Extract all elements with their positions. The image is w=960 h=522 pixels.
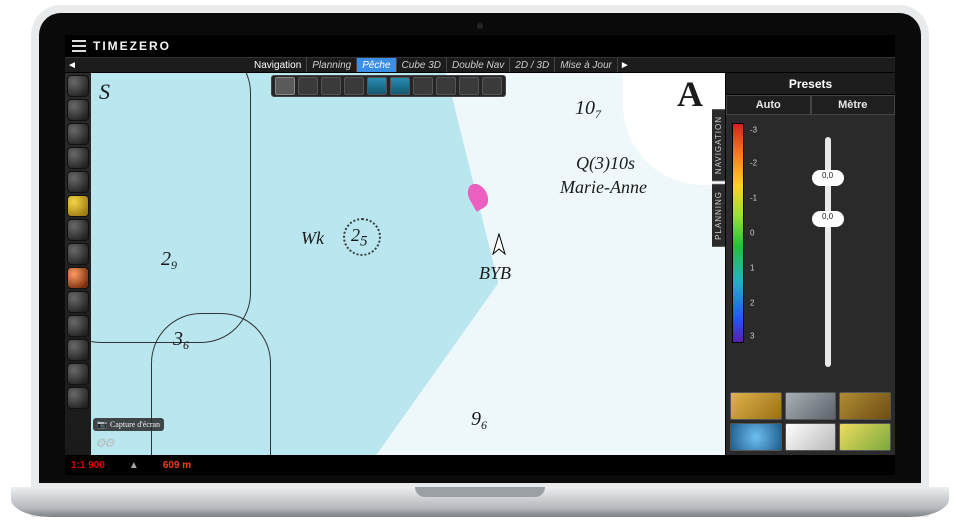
tool-button-9[interactable]	[67, 267, 89, 289]
tool-button-13[interactable]	[67, 363, 89, 385]
tab-scroll-right-icon[interactable]: ►	[618, 58, 632, 72]
content-area: S A 29 36 96 107 Wk 25 BYB Q(3)10s Mar	[65, 73, 895, 455]
overlay-btn-2[interactable]	[298, 77, 318, 95]
map-side-tabs: NAVIGATION PLANNING	[712, 109, 725, 247]
preset-thumb-4[interactable]	[730, 423, 782, 451]
camera-icon: 📷	[97, 420, 107, 429]
screen-bezel: TIMEZERO ◄ Navigation Planning Pêche Cub…	[39, 13, 921, 483]
heading-icon: ▲	[129, 460, 139, 471]
settings-gear-icon[interactable]: ⚙⚙	[95, 436, 113, 451]
capture-label: Capture d'écran	[110, 420, 160, 429]
own-ship-icon	[491, 233, 507, 255]
laptop-notch	[415, 487, 545, 497]
camera-dot	[477, 23, 483, 29]
wreck-label: Wk	[301, 228, 324, 249]
status-bar: 1:1 900 ▲ 609 m	[65, 455, 895, 475]
slider-top-value: 0,0	[822, 171, 833, 180]
tool-button-11[interactable]	[67, 315, 89, 337]
overlay-btn-sonar[interactable]	[367, 77, 387, 95]
map-overlay-toolbar	[271, 75, 506, 97]
tick-n2: -2	[750, 158, 757, 167]
tick-1: 1	[750, 264, 754, 273]
depth-36: 36	[173, 328, 189, 353]
tool-button-2[interactable]	[67, 99, 89, 121]
app-screen: TIMEZERO ◄ Navigation Planning Pêche Cub…	[65, 35, 895, 475]
tab-navigation[interactable]: Navigation	[249, 58, 307, 72]
tab-peche[interactable]: Pêche	[357, 58, 396, 72]
side-tab-navigation[interactable]: NAVIGATION	[712, 109, 725, 181]
chart-canvas[interactable]: S A 29 36 96 107 Wk 25 BYB Q(3)10s Mar	[91, 73, 725, 455]
preset-thumb-2[interactable]	[785, 392, 837, 420]
tool-button-3[interactable]	[67, 123, 89, 145]
tick-2: 2	[750, 299, 754, 308]
tool-button-8[interactable]	[67, 243, 89, 265]
light-characteristic: Q(3)10s	[576, 153, 635, 174]
laptop-base	[11, 487, 949, 517]
slider-handle-bottom[interactable]: 0,0	[811, 206, 845, 232]
tool-button-10[interactable]	[67, 291, 89, 313]
tab-scroll-left-icon[interactable]: ◄	[65, 58, 79, 72]
tool-button-5[interactable]	[67, 171, 89, 193]
overlay-btn-4[interactable]	[344, 77, 364, 95]
overlay-btn-3[interactable]	[321, 77, 341, 95]
status-scale: 1:1 900	[71, 460, 105, 471]
depth-96: 96	[471, 408, 487, 433]
slider-bottom-value: 0,0	[822, 212, 833, 221]
slider-handle-top[interactable]: 0,0	[811, 165, 845, 191]
side-tab-planning[interactable]: PLANNING	[712, 184, 725, 247]
tick-3: 3	[750, 332, 754, 341]
slider-track: 0,0 0,0	[825, 137, 831, 367]
tab-2d3d[interactable]: 2D / 3D	[510, 58, 555, 72]
preset-thumb-3[interactable]	[839, 392, 891, 420]
workspace-tabbar: ◄ Navigation Planning Pêche Cube 3D Doub…	[65, 57, 895, 73]
feature-name: Marie-Anne	[560, 177, 647, 198]
app-title: TIMEZERO	[93, 39, 171, 53]
tick-0: 0	[750, 229, 754, 238]
overlay-btn-10[interactable]	[482, 77, 502, 95]
range-slider[interactable]: 0,0 0,0	[766, 123, 889, 380]
app-topbar: TIMEZERO	[65, 35, 895, 57]
col-header-auto[interactable]: Auto	[726, 95, 811, 115]
tab-double-nav[interactable]: Double Nav	[447, 58, 510, 72]
depth-107: 107	[575, 97, 601, 122]
overlay-btn-7[interactable]	[413, 77, 433, 95]
depth-color-scale: -3 -2 -1 0 1 2 3	[732, 123, 756, 380]
wreck-value: 25	[351, 225, 368, 251]
tab-planning[interactable]: Planning	[307, 58, 357, 72]
tool-button-14[interactable]	[67, 387, 89, 409]
presets-panel: Presets Auto Mètre -3 -2 -1 0	[725, 73, 895, 455]
tick-n1: -1	[750, 193, 757, 202]
tool-button-12[interactable]	[67, 339, 89, 361]
tool-button-4[interactable]	[67, 147, 89, 169]
tool-button-7[interactable]	[67, 219, 89, 241]
scales-row: -3 -2 -1 0 1 2 3	[726, 115, 895, 388]
buoy-byb: BYB	[479, 263, 511, 284]
land-letter: A	[677, 73, 711, 115]
tool-button-1[interactable]	[67, 75, 89, 97]
hamburger-menu-icon[interactable]	[65, 45, 93, 47]
presets-column-headers: Auto Mètre	[726, 95, 895, 115]
laptop-frame: TIMEZERO ◄ Navigation Planning Pêche Cub…	[31, 5, 929, 517]
preset-thumb-6[interactable]	[839, 423, 891, 451]
preset-thumbnails	[726, 388, 895, 455]
tab-cube3d[interactable]: Cube 3D	[397, 58, 447, 72]
color-gradient	[732, 123, 744, 343]
capture-screenshot-button[interactable]: 📷 Capture d'écran	[93, 418, 164, 431]
preset-thumb-5[interactable]	[785, 423, 837, 451]
tool-button-hand[interactable]	[67, 195, 89, 217]
col-header-metre[interactable]: Mètre	[811, 95, 896, 115]
tab-update[interactable]: Mise à Jour	[555, 58, 618, 72]
presets-header: Presets	[726, 73, 895, 95]
status-range: 609 m	[163, 460, 191, 471]
overlay-btn-compass[interactable]	[275, 77, 295, 95]
tick-n3: -3	[750, 125, 757, 134]
overlay-btn-9[interactable]	[459, 77, 479, 95]
preset-thumb-1[interactable]	[730, 392, 782, 420]
left-toolbar	[65, 73, 91, 455]
map-letter-s: S	[99, 79, 110, 105]
overlay-btn-radar[interactable]	[390, 77, 410, 95]
overlay-btn-8[interactable]	[436, 77, 456, 95]
depth-29: 29	[161, 248, 177, 273]
